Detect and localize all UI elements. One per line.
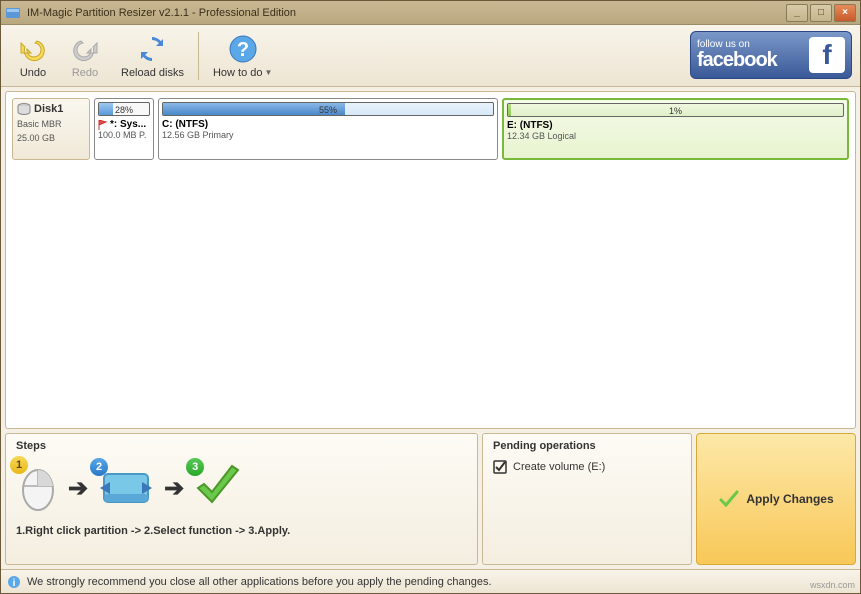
apply-changes-button[interactable]: Apply Changes <box>696 433 856 565</box>
partition-sys-name: *: Sys... <box>110 119 146 130</box>
facebook-name: facebook <box>697 50 777 70</box>
partition-c-name: C: (NTFS) <box>162 119 494 130</box>
pending-item-label: Create volume (E:) <box>513 461 605 473</box>
minimize-button[interactable]: _ <box>786 4 808 22</box>
app-icon <box>5 5 21 21</box>
partition-e-name: E: (NTFS) <box>507 120 844 131</box>
reload-label: Reload disks <box>121 67 184 79</box>
redo-button: Redo <box>59 28 111 84</box>
apply-label: Apply Changes <box>746 492 833 506</box>
facebook-icon: f <box>809 37 845 73</box>
partition-c[interactable]: 55% C: (NTFS) 12.56 GB Primary <box>158 98 498 160</box>
watermark: wsxdn.com <box>810 580 855 590</box>
titlebar: IM-Magic Partition Resizer v2.1.1 - Prof… <box>1 1 860 25</box>
apply-check-icon <box>718 488 740 510</box>
step-3-icon: 3 <box>192 462 244 515</box>
info-icon: i <box>7 575 21 589</box>
partition-e-pct: 1% <box>669 104 682 117</box>
partition-sys-sub: 100.0 MB P. <box>98 130 150 140</box>
close-button[interactable]: × <box>834 4 856 22</box>
pending-title: Pending operations <box>493 440 681 452</box>
step-badge-2: 2 <box>90 458 108 476</box>
disk-info[interactable]: Disk1 Basic MBR 25.00 GB <box>12 98 90 160</box>
checkbox-icon <box>493 460 507 474</box>
arrow-icon: ➔ <box>68 474 88 503</box>
disk-icon <box>17 103 31 115</box>
partition-c-pct: 55% <box>319 103 337 116</box>
reload-icon <box>136 33 168 65</box>
arrow-icon: ➔ <box>164 474 184 503</box>
partition-view: Disk1 Basic MBR 25.00 GB 28% *: Sys... 1… <box>5 91 856 429</box>
window-title: IM-Magic Partition Resizer v2.1.1 - Prof… <box>27 7 786 19</box>
undo-button[interactable]: Undo <box>7 28 59 84</box>
redo-icon <box>69 33 101 65</box>
statusbar: i We strongly recommend you close all ot… <box>1 569 860 593</box>
disk-size: 25.00 GB <box>17 133 85 143</box>
steps-title: Steps <box>16 440 467 452</box>
how-to-do-button[interactable]: ? How to do ▼ <box>203 28 282 84</box>
partition-system[interactable]: 28% *: Sys... 100.0 MB P. <box>94 98 154 160</box>
partition-c-sub: 12.56 GB Primary <box>162 130 494 140</box>
partition-sys-pct: 28% <box>115 103 133 116</box>
reload-disks-button[interactable]: Reload disks <box>111 28 194 84</box>
partition-e[interactable]: 1% E: (NTFS) 12.34 GB Logical <box>502 98 849 160</box>
toolbar-separator <box>198 32 199 80</box>
facebook-banner[interactable]: follow us on facebook f <box>690 31 852 79</box>
dropdown-arrow-icon: ▼ <box>265 68 273 77</box>
step-2-icon: 2 <box>96 462 156 515</box>
svg-text:i: i <box>13 578 16 589</box>
pending-operations-panel: Pending operations Create volume (E:) <box>482 433 692 565</box>
status-text: We strongly recommend you close all othe… <box>27 576 492 588</box>
flag-icon <box>98 120 108 130</box>
undo-icon <box>17 33 49 65</box>
undo-label: Undo <box>20 67 46 79</box>
pending-item[interactable]: Create volume (E:) <box>493 460 681 474</box>
maximize-button[interactable]: □ <box>810 4 832 22</box>
disk-type: Basic MBR <box>17 119 85 129</box>
svg-text:?: ? <box>237 39 249 61</box>
steps-text: 1.Right click partition -> 2.Select func… <box>16 525 467 537</box>
help-icon: ? <box>227 33 259 65</box>
redo-label: Redo <box>72 67 98 79</box>
step-badge-1: 1 <box>10 456 28 474</box>
disk-name: Disk1 <box>34 103 63 115</box>
partition-e-sub: 12.34 GB Logical <box>507 131 844 141</box>
steps-panel: Steps 1 ➔ 2 ➔ 3 1.Right click partition … <box>5 433 478 565</box>
toolbar: Undo Redo Reload disks ? How to do ▼ fol… <box>1 25 860 87</box>
howto-label: How to do <box>213 67 263 79</box>
step-1-icon: 1 <box>16 460 60 517</box>
